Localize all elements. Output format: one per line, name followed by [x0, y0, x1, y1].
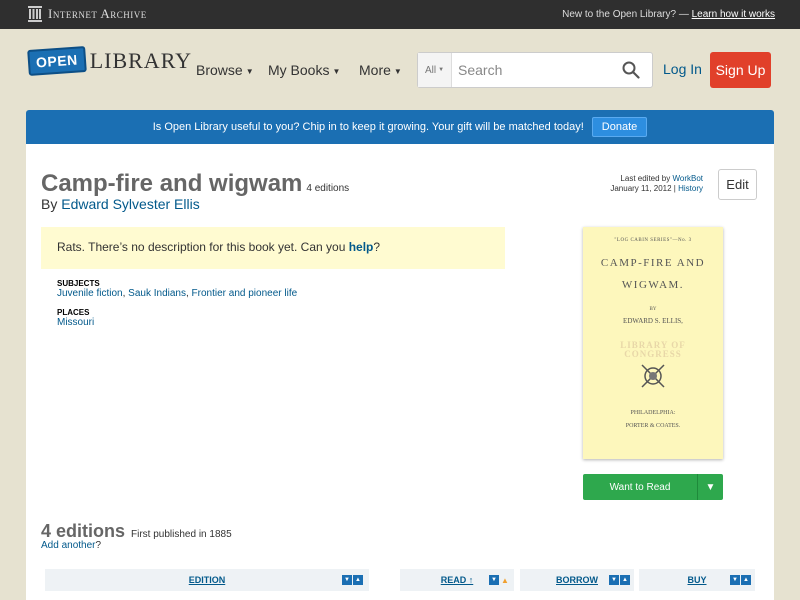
- logo-library-text: LIBRARY: [89, 48, 193, 73]
- subject-link[interactable]: Sauk Indians: [128, 288, 186, 299]
- search-bar: All ▼: [417, 52, 653, 88]
- cover-publisher: PORTER & COATES.: [625, 423, 681, 429]
- internet-archive-logo[interactable]: Internet Archive: [28, 6, 147, 22]
- last-edited-prefix: Last edited by: [620, 174, 673, 183]
- internet-archive-bar: Internet Archive New to the Open Library…: [0, 0, 800, 29]
- nav-more[interactable]: More ▼: [359, 62, 402, 78]
- nav-browse-label: Browse: [196, 62, 243, 78]
- archive-building-icon: [28, 6, 42, 22]
- signup-button[interactable]: Sign Up: [710, 52, 771, 88]
- edit-button[interactable]: Edit: [718, 169, 757, 200]
- add-another-link[interactable]: Add another: [41, 540, 96, 551]
- column-edition: EDITION ▼ ▲: [45, 569, 369, 591]
- cover-series: "LOG CABIN SERIES"—No. 3: [614, 238, 692, 243]
- last-edited-info: Last edited by WorkBot January 11, 2012 …: [610, 174, 703, 194]
- editions-heading: 4 editions First published in 1885: [41, 521, 232, 542]
- donation-text: Is Open Library useful to you? Chip in t…: [152, 121, 584, 133]
- sort-up-active-icon[interactable]: ▲: [500, 575, 510, 585]
- sort-borrow-link[interactable]: BORROW: [556, 575, 598, 585]
- search-scope-label: All: [424, 64, 437, 76]
- nav-my-books[interactable]: My Books ▼: [268, 62, 340, 78]
- book-cover[interactable]: "LOG CABIN SERIES"—No. 3 CAMP-FIRE AND W…: [583, 227, 723, 459]
- sort-buy-link[interactable]: BUY: [687, 575, 706, 585]
- search-scope-select[interactable]: All ▼: [418, 53, 452, 87]
- sort-edition-link[interactable]: EDITION: [189, 575, 226, 585]
- last-edited-date: January 11, 2012 |: [610, 184, 679, 193]
- place-link[interactable]: Missouri: [57, 317, 94, 328]
- sort-down-icon[interactable]: ▼: [609, 575, 619, 585]
- want-to-read-label: Want to Read: [609, 481, 671, 493]
- add-another-suffix: ?: [95, 540, 102, 551]
- cover-by: BY: [649, 307, 657, 312]
- sort-controls: ▼ ▲: [609, 575, 630, 585]
- sort-read-link[interactable]: READ ↑: [441, 575, 474, 585]
- chevron-down-icon[interactable]: ▼: [697, 474, 723, 500]
- column-read: READ ↑ ▼ ▲: [400, 569, 514, 591]
- cover-title-line2: WIGWAM.: [621, 279, 685, 291]
- internet-archive-text: Internet Archive: [48, 6, 147, 21]
- work-title: Camp-fire and wigwam: [41, 170, 303, 197]
- sort-up-icon[interactable]: ▲: [353, 575, 363, 585]
- places-list: Missouri: [57, 317, 94, 328]
- login-link[interactable]: Log In: [663, 61, 702, 77]
- crossed-arrows-emblem-icon: [641, 364, 665, 388]
- want-to-read-button[interactable]: Want to Read ▼: [583, 474, 723, 500]
- cover-library-stamp: LIBRARY OF CONGRESS: [583, 341, 723, 359]
- sort-down-icon[interactable]: ▼: [342, 575, 352, 585]
- chevron-down-icon: ▼: [438, 67, 445, 73]
- column-borrow: BORROW ▼ ▲: [520, 569, 634, 591]
- cover-stamp-line2: CONGRESS: [624, 349, 682, 359]
- sort-down-icon[interactable]: ▼: [489, 575, 499, 585]
- subjects-heading: SUBJECTS: [57, 279, 100, 288]
- cover-author: EDWARD S. ELLIS,: [623, 317, 683, 325]
- first-published: First published in 1885: [131, 529, 232, 540]
- by-label: By: [41, 196, 62, 212]
- logo-open-sign: OPEN: [27, 46, 87, 76]
- editions-heading-count: 4 editions: [41, 521, 126, 541]
- search-icon[interactable]: [622, 61, 640, 79]
- places-heading: PLACES: [57, 308, 90, 317]
- description-box: Rats. There’s no description for this bo…: [41, 227, 505, 269]
- nav-browse[interactable]: Browse ▼: [196, 62, 254, 78]
- work-panel: Camp-fire and wigwam 4 editions By Edward…: [26, 144, 774, 600]
- site-header: OPEN LIBRARY Browse ▼ My Books ▼ More ▼ All…: [0, 29, 800, 110]
- editions-count: 4 editions: [306, 183, 350, 194]
- byline: By Edward Sylvester Ellis: [41, 196, 200, 212]
- sort-controls: ▼ ▲: [730, 575, 751, 585]
- column-buy: BUY ▼ ▲: [639, 569, 755, 591]
- description-suffix: ?: [373, 240, 381, 254]
- sort-up-icon[interactable]: ▲: [741, 575, 751, 585]
- cover-city: PHILADELPHIA:: [630, 410, 676, 416]
- sort-down-icon[interactable]: ▼: [730, 575, 740, 585]
- subject-link[interactable]: Juvenile fiction: [57, 288, 123, 299]
- sort-controls: ▼ ▲: [342, 575, 363, 585]
- history-link[interactable]: History: [678, 184, 703, 193]
- cover-title-line1: CAMP-FIRE AND: [600, 257, 706, 269]
- donate-button[interactable]: Donate: [591, 117, 648, 137]
- open-library-logo[interactable]: OPEN LIBRARY: [27, 46, 193, 76]
- chevron-down-icon: ▼: [332, 66, 341, 76]
- learn-how-link[interactable]: Learn how it works: [692, 9, 775, 20]
- author-link[interactable]: Edward Sylvester Ellis: [61, 196, 200, 212]
- work-title-heading: Camp-fire and wigwam 4 editions: [41, 170, 349, 198]
- chevron-down-icon: ▼: [393, 66, 402, 76]
- help-link[interactable]: help: [349, 240, 374, 254]
- new-user-text: New to the Open Library? —: [562, 9, 692, 20]
- chevron-down-icon: ▼: [245, 66, 254, 76]
- sort-controls: ▼ ▲: [489, 575, 510, 585]
- description-text: Rats. There’s no description for this bo…: [57, 240, 349, 254]
- nav-my-books-label: My Books: [268, 62, 330, 78]
- last-edited-user-link[interactable]: WorkBot: [672, 174, 703, 183]
- donation-banner: Is Open Library useful to you? Chip in t…: [26, 110, 774, 144]
- search-input[interactable]: [454, 53, 614, 87]
- subject-link[interactable]: Frontier and pioneer life: [192, 288, 298, 299]
- add-another: Add another?: [41, 540, 101, 551]
- subjects-list: Juvenile fiction, Sauk Indians, Frontier…: [57, 288, 298, 299]
- new-user-notice: New to the Open Library? — Learn how it …: [562, 9, 775, 20]
- sort-up-icon[interactable]: ▲: [620, 575, 630, 585]
- nav-more-label: More: [359, 62, 391, 78]
